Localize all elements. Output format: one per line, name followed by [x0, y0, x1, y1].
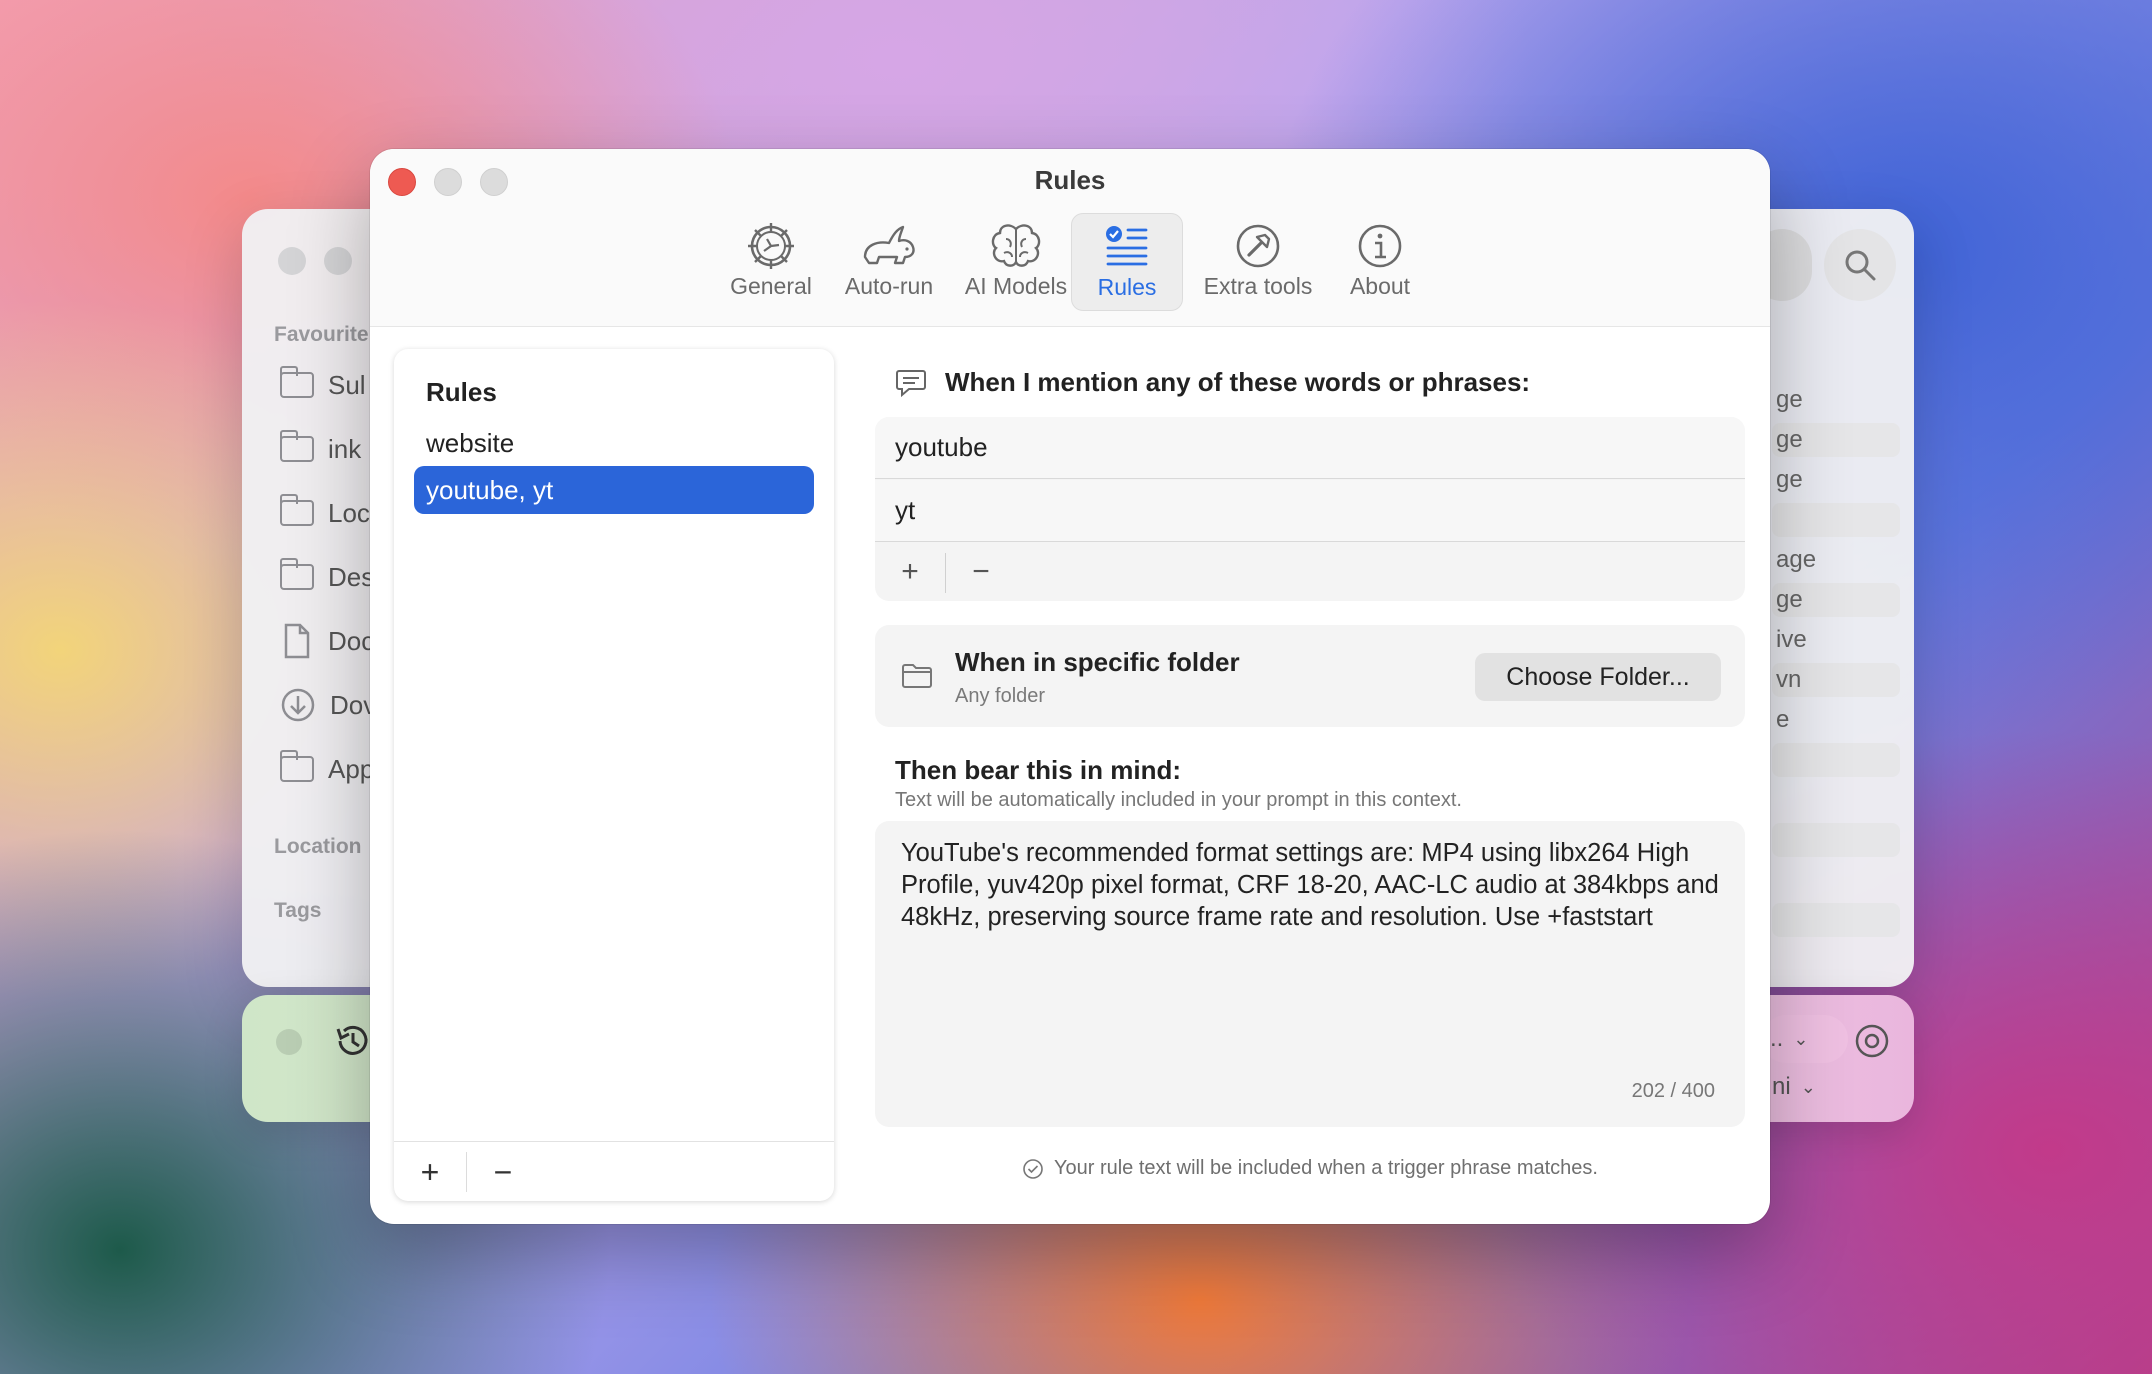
finder-tags-heading: Tags [274, 899, 322, 922]
trigger-header: When I mention any of these words or phr… [895, 367, 1530, 398]
folder-icon [902, 664, 932, 688]
tab-rules[interactable]: Rules [1071, 213, 1183, 311]
footnote-text: Your rule text will be included when a t… [1053, 1157, 1598, 1179]
document-icon [284, 623, 310, 659]
bar-traffic-light [276, 1029, 302, 1055]
gear-icon [748, 223, 794, 269]
gear-icon[interactable] [1852, 1021, 1892, 1061]
speech-bubble-icon [896, 369, 926, 397]
finder-list-row[interactable] [1772, 743, 1900, 777]
finder-list-row[interactable]: age [1772, 543, 1900, 577]
rule-list-item-selected[interactable]: youtube, yt [414, 466, 814, 514]
tab-ai-models[interactable]: AI Models [952, 213, 1080, 311]
finder-sidebar-item[interactable]: Des [279, 557, 374, 597]
finder-list-row[interactable]: ge [1772, 583, 1900, 617]
finder-sidebar-item[interactable]: Dov [280, 685, 376, 725]
chevron-down-icon: ⌄ [1793, 1028, 1809, 1049]
remove-phrase-button[interactable]: − [946, 543, 1016, 601]
rule-text-editor[interactable]: YouTube's recommended format settings ar… [875, 821, 1745, 1127]
tab-general[interactable]: General [718, 213, 824, 311]
folder-icon [279, 430, 314, 462]
context-subtitle: Text will be automatically included in y… [895, 789, 1462, 811]
context-title: Then bear this in mind: [895, 755, 1182, 785]
finder-list-row[interactable]: e [1772, 703, 1900, 737]
finder-sidebar-item[interactable]: ink [279, 429, 361, 469]
folder-condition: When in specific folder Any folder Choos… [875, 625, 1745, 727]
finder-list-row[interactable] [1772, 503, 1900, 537]
finder-traffic-light [278, 247, 306, 275]
finder-list-row[interactable]: ge [1772, 423, 1900, 457]
finder-list-row[interactable]: ge [1772, 383, 1900, 417]
add-phrase-button[interactable]: + [875, 543, 945, 601]
rule-footnote: Your rule text will be included when a t… [875, 1157, 1745, 1180]
bar-dropdown-top[interactable]: .. ⌄ [1762, 1015, 1848, 1063]
rules-list-heading: Rules [426, 377, 497, 407]
checkmark-circle-icon [1023, 1158, 1043, 1179]
finder-list-row[interactable]: vn [1772, 663, 1900, 697]
folder-condition-value: Any folder [955, 685, 1046, 707]
hammer-icon [1236, 224, 1280, 268]
trigger-title: When I mention any of these words or phr… [945, 367, 1531, 397]
finder-list-row[interactable] [1772, 823, 1900, 857]
checklist-icon [1106, 226, 1148, 266]
rabbit-icon [863, 225, 915, 265]
finder-sidebar-item[interactable]: Loc [279, 493, 370, 533]
title-bar: Rules General Auto-run AI Models Rules E… [370, 149, 1770, 327]
finder-sidebar-heading: Favourite [274, 323, 369, 346]
desktop-icon [279, 558, 314, 590]
finder-sidebar-item[interactable]: App [279, 749, 374, 789]
search-icon [1845, 250, 1876, 281]
history-icon[interactable] [332, 1021, 372, 1061]
tab-about[interactable]: About [1330, 213, 1430, 311]
rules-list-pane: Rules website youtube, yt + − [394, 349, 834, 1201]
info-icon [1358, 224, 1402, 268]
remove-rule-button[interactable]: − [467, 1142, 539, 1202]
choose-folder-button[interactable]: Choose Folder... [1475, 653, 1721, 701]
character-counter: 202 / 400 [1631, 1080, 1715, 1102]
finder-traffic-light [324, 247, 352, 275]
brain-icon [991, 224, 1041, 267]
window-title: Rules [1034, 165, 1106, 195]
settings-toolbar: General Auto-run AI Models Rules Extra t… [370, 213, 1770, 323]
folder-icon [279, 494, 314, 526]
rules-settings-window: Rules General Auto-run AI Models Rules E… [370, 149, 1770, 1224]
finder-list-row[interactable]: ive [1772, 623, 1900, 657]
folder-condition-title: When in specific folder [955, 647, 1240, 677]
rule-text[interactable]: YouTube's recommended format settings ar… [901, 837, 1721, 933]
folder-icon [279, 366, 314, 398]
finder-sidebar-item[interactable]: Doc [280, 621, 374, 661]
trigger-phrase-row[interactable]: yt [875, 480, 1745, 542]
chevron-down-icon: ⌄ [1800, 1076, 1816, 1097]
rule-list-item[interactable]: website [414, 419, 814, 467]
add-rule-button[interactable]: + [394, 1142, 466, 1202]
finder-list-row[interactable] [1772, 903, 1900, 937]
folder-icon [279, 750, 314, 782]
tab-auto-run[interactable]: Auto-run [830, 213, 948, 311]
download-icon [281, 688, 315, 722]
finder-locations-heading: Location [274, 835, 362, 858]
rules-list-footer: + − [394, 1141, 834, 1201]
trigger-phrase-list: youtube yt + − [875, 417, 1745, 601]
trigger-phrase-row[interactable]: youtube [875, 417, 1745, 479]
finder-list-row[interactable]: ge [1772, 463, 1900, 497]
tab-extra-tools[interactable]: Extra tools [1190, 213, 1326, 311]
bar-dropdown-bottom[interactable]: ni ⌄ [1772, 1073, 1816, 1101]
finder-search-button[interactable] [1824, 229, 1896, 301]
finder-sidebar-item[interactable]: Sul [279, 365, 366, 405]
